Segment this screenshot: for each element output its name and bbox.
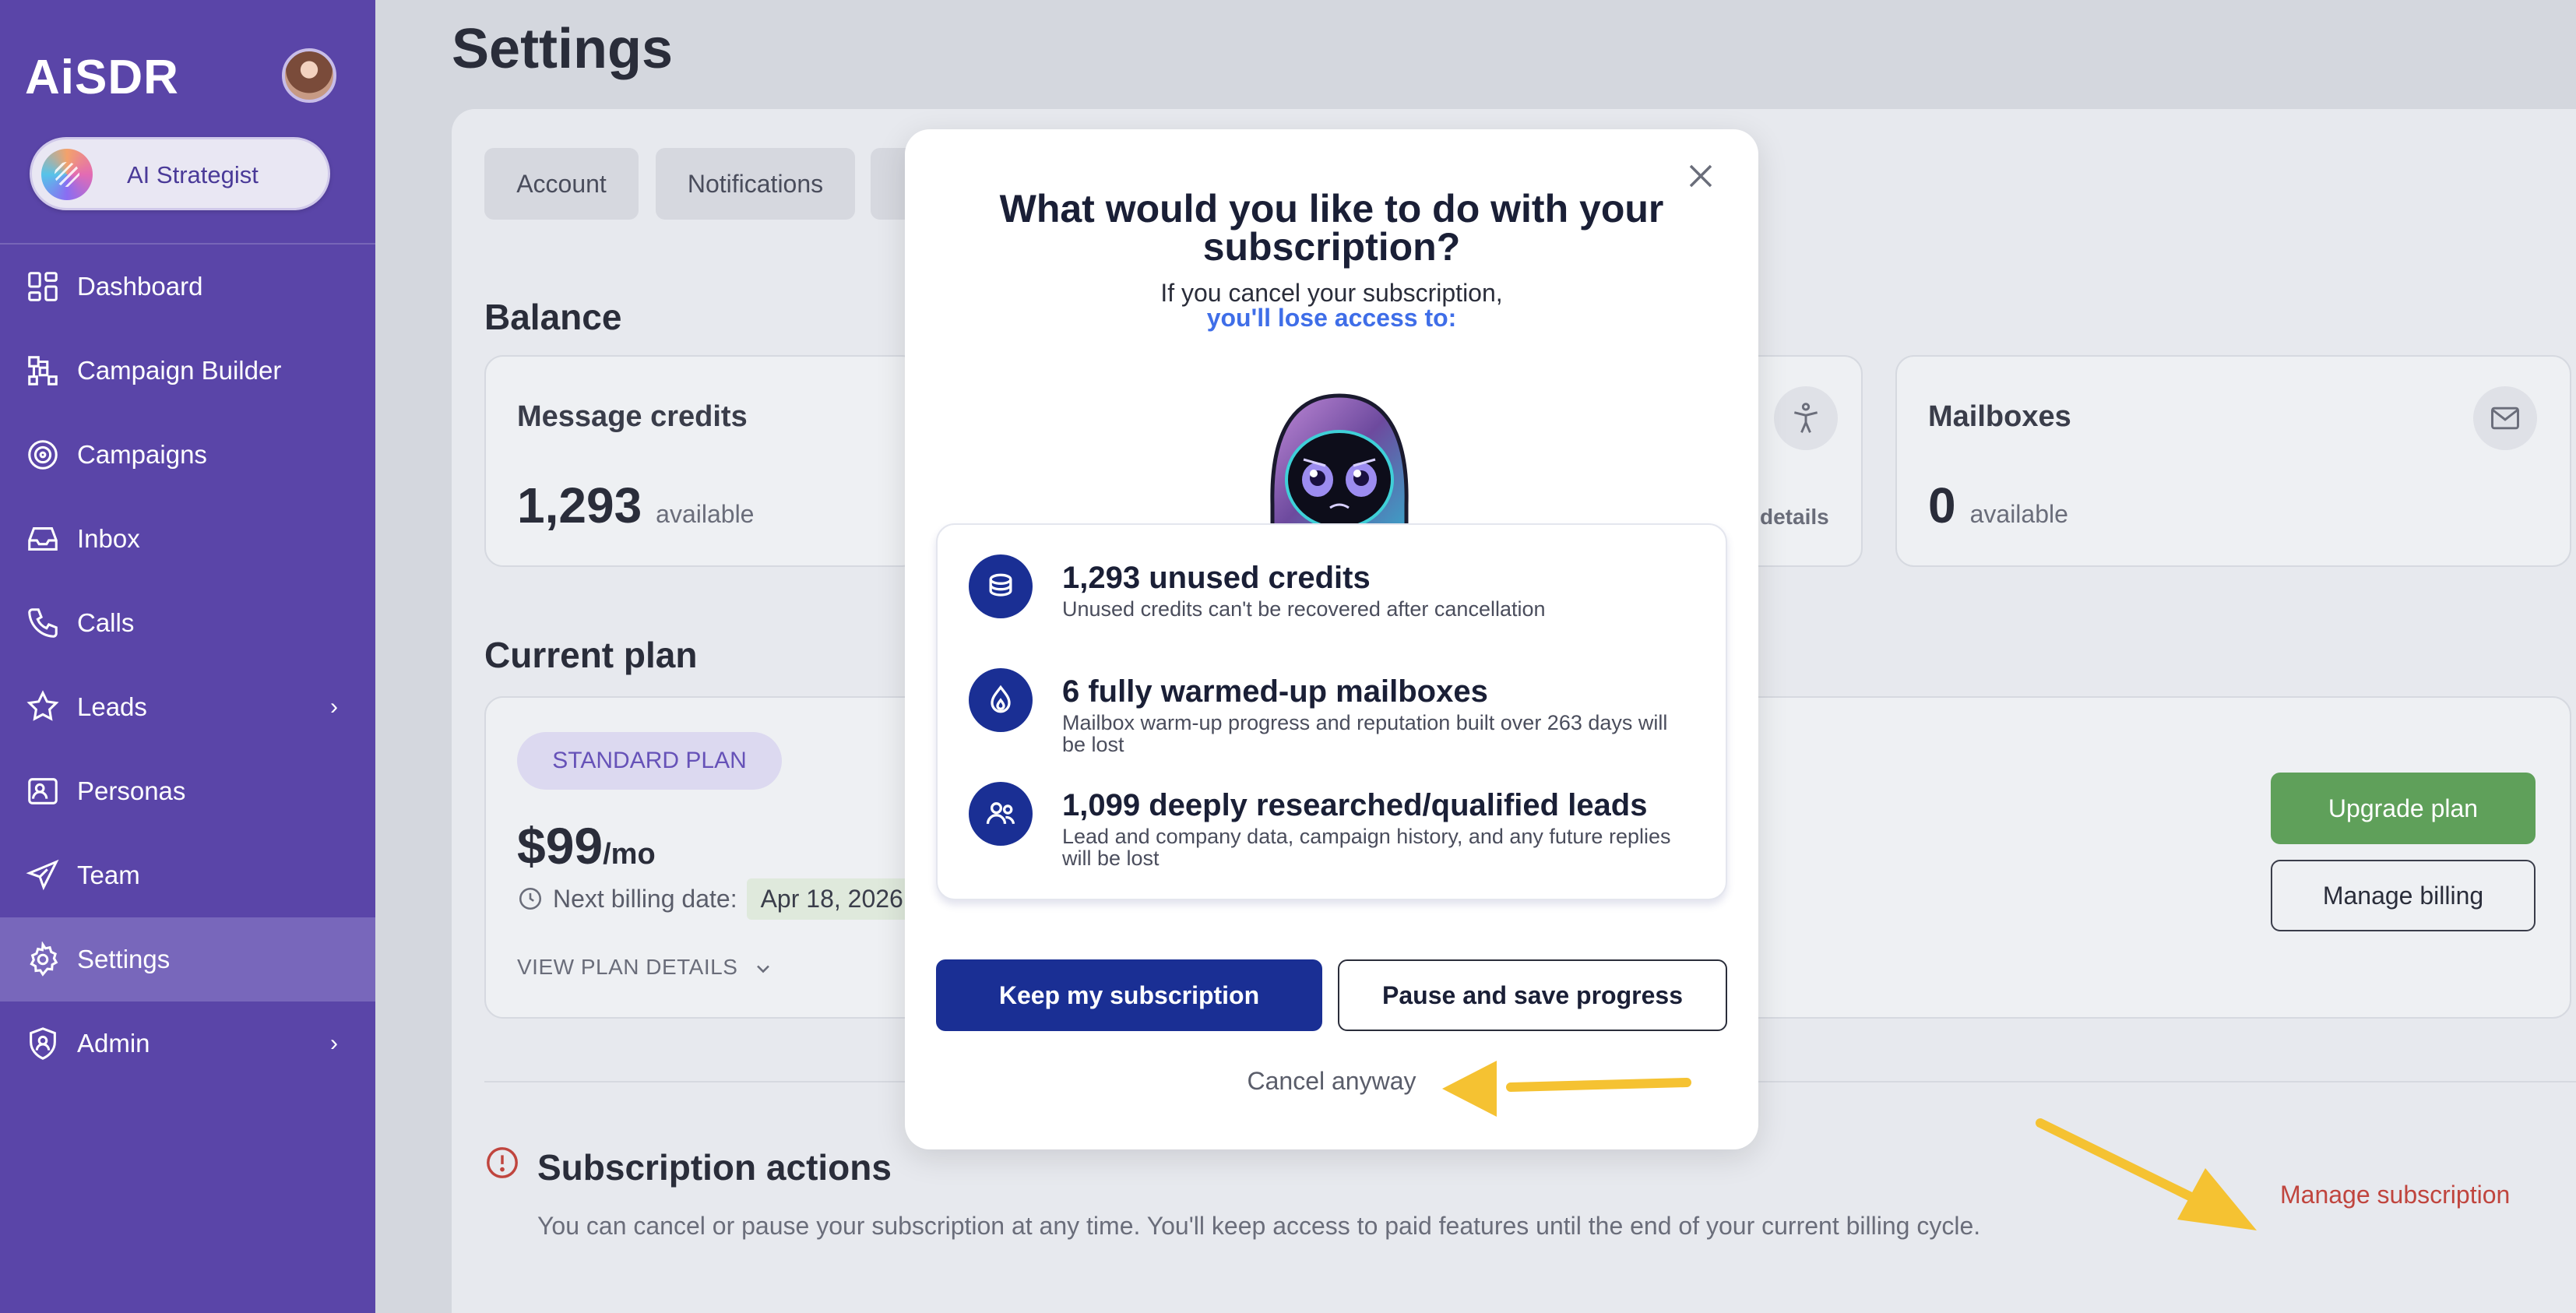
cancel-anyway-link[interactable]: Cancel anyway <box>905 1067 1758 1096</box>
sidebar-item-calls[interactable]: Calls <box>0 581 375 665</box>
sidebar-item-label: Leads <box>77 692 147 721</box>
ai-strategist-button[interactable]: AI Strategist <box>30 137 330 210</box>
loss-list-card: 1,293 unused credits Unused credits can'… <box>936 523 1727 900</box>
billing-label: Next billing date: <box>553 884 737 913</box>
loss-title: 1,293 unused credits <box>1062 561 1371 595</box>
gear-icon <box>25 941 61 977</box>
loss-title: 1,099 deeply researched/qualified leads <box>1062 788 1648 822</box>
manage-subscription-link[interactable]: Manage subscription <box>2280 1181 2510 1209</box>
plan-price: $99/mo <box>517 816 656 875</box>
phone-icon <box>25 605 61 641</box>
dashboard-icon <box>25 269 61 304</box>
sidebar-item-settings[interactable]: Settings <box>0 917 375 1001</box>
ai-orb-icon <box>41 149 93 200</box>
pause-subscription-button[interactable]: Pause and save progress <box>1338 959 1727 1031</box>
users-icon <box>969 782 1033 846</box>
target-icon <box>25 437 61 473</box>
price-amount: $99 <box>517 817 604 875</box>
modal-subtitle-highlight: you'll lose access to: <box>1206 304 1457 332</box>
star-person-icon <box>25 689 61 725</box>
sidebar: AiSDR AI Strategist Dashboard Campaign B… <box>0 0 375 1313</box>
details-link[interactable]: details <box>1760 505 1829 530</box>
sidebar-item-leads[interactable]: Leads › <box>0 665 375 749</box>
sidebar-item-label: Team <box>77 861 140 889</box>
user-avatar[interactable] <box>282 48 336 103</box>
tab-account[interactable]: Account <box>484 148 639 220</box>
shield-user-icon <box>25 1026 61 1061</box>
plan-badge: STANDARD PLAN <box>517 732 782 790</box>
send-icon <box>25 857 61 893</box>
subscription-actions-title: Subscription actions <box>537 1147 892 1188</box>
coins-icon <box>969 554 1033 618</box>
subscription-actions-description: You can cancel or pause your subscriptio… <box>537 1212 1981 1240</box>
sidebar-item-label: Campaign Builder <box>77 356 282 385</box>
sidebar-item-campaigns[interactable]: Campaigns <box>0 413 375 497</box>
sidebar-item-team[interactable]: Team <box>0 833 375 917</box>
page-title: Settings <box>452 18 674 80</box>
credits-unit: available <box>656 500 755 528</box>
view-plan-details-toggle[interactable]: VIEW PLAN DETAILS <box>517 955 774 980</box>
billing-row: Next billing date: Apr 18, 2026 <box>517 878 917 920</box>
view-details-label: VIEW PLAN DETAILS <box>517 955 738 979</box>
sidebar-item-campaign-builder[interactable]: Campaign Builder <box>0 329 375 413</box>
clock-icon <box>517 885 544 912</box>
app-logo[interactable]: AiSDR <box>25 50 179 105</box>
credits-number: 1,293 <box>517 477 642 533</box>
tab-notifications[interactable]: Notifications <box>656 148 855 220</box>
loss-description: Lead and company data, campaign history,… <box>1062 825 1671 870</box>
inbox-icon <box>25 521 61 557</box>
flame-drop-icon <box>969 668 1033 732</box>
persona-icon <box>25 773 61 809</box>
sidebar-item-label: Admin <box>77 1029 150 1058</box>
campaign-builder-icon <box>25 353 61 389</box>
price-period: /mo <box>603 838 656 871</box>
sidebar-item-label: Dashboard <box>77 272 203 301</box>
sidebar-item-label: Settings <box>77 945 171 973</box>
message-credits-card: Message credits 1,293 available <box>484 355 920 567</box>
sidebar-item-label: Inbox <box>77 524 140 553</box>
sidebar-item-label: Calls <box>77 608 135 637</box>
accessibility-icon[interactable] <box>1774 386 1838 450</box>
mailboxes-unit: available <box>1969 500 2068 528</box>
modal-title: What would you like to do with your subs… <box>999 187 1664 269</box>
card-title: Message credits <box>517 400 748 433</box>
billing-date: Apr 18, 2026 <box>746 878 917 920</box>
loss-title: 6 fully warmed-up mailboxes <box>1062 674 1488 709</box>
credits-value: 1,293 available <box>517 477 754 534</box>
mailboxes-value: 0 available <box>1928 477 2068 534</box>
manage-billing-button[interactable]: Manage billing <box>2271 860 2536 931</box>
balance-title: Balance <box>484 297 622 337</box>
keep-subscription-button[interactable]: Keep my subscription <box>936 959 1322 1031</box>
chevron-right-icon: › <box>330 1030 338 1056</box>
chevron-right-icon: › <box>330 694 338 720</box>
loss-description: Unused credits can't be recovered after … <box>1062 597 1546 621</box>
upgrade-plan-button[interactable]: Upgrade plan <box>2271 773 2536 844</box>
sidebar-item-inbox[interactable]: Inbox <box>0 497 375 581</box>
chevron-down-icon <box>752 958 774 980</box>
card-title: Mailboxes <box>1928 400 2071 433</box>
mail-icon[interactable] <box>2473 386 2537 450</box>
sidebar-item-admin[interactable]: Admin › <box>0 1001 375 1086</box>
mailboxes-card: Mailboxes 0 available <box>1895 355 2571 567</box>
alert-circle-icon <box>484 1145 520 1181</box>
cancel-subscription-modal: What would you like to do with your subs… <box>905 129 1758 1149</box>
sidebar-item-dashboard[interactable]: Dashboard <box>0 245 375 329</box>
sidebar-item-personas[interactable]: Personas <box>0 749 375 833</box>
ai-strategist-label: AI Strategist <box>127 161 259 188</box>
sidebar-item-label: Personas <box>77 776 186 805</box>
sidebar-item-label: Campaigns <box>77 440 207 469</box>
current-plan-title: Current plan <box>484 635 698 675</box>
loss-description: Mailbox warm-up progress and reputation … <box>1062 711 1668 756</box>
mailboxes-number: 0 <box>1928 477 1956 533</box>
